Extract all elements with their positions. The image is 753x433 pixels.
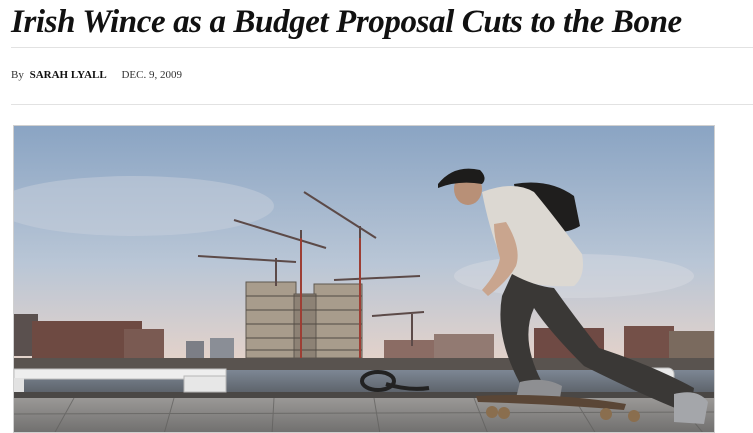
publish-date: DEC. 9, 2009 — [121, 69, 182, 81]
article-photo[interactable] — [13, 125, 715, 433]
divider — [11, 47, 753, 48]
byline: By SARAH LYALL DEC. 9, 2009 — [11, 67, 182, 83]
photo-skateboarder-quay — [14, 126, 714, 432]
byline-prefix: By — [11, 69, 24, 81]
divider — [11, 104, 753, 105]
author-link[interactable]: SARAH LYALL — [30, 69, 107, 81]
article-headline: Irish Wince as a Budget Proposal Cuts to… — [11, 4, 682, 40]
